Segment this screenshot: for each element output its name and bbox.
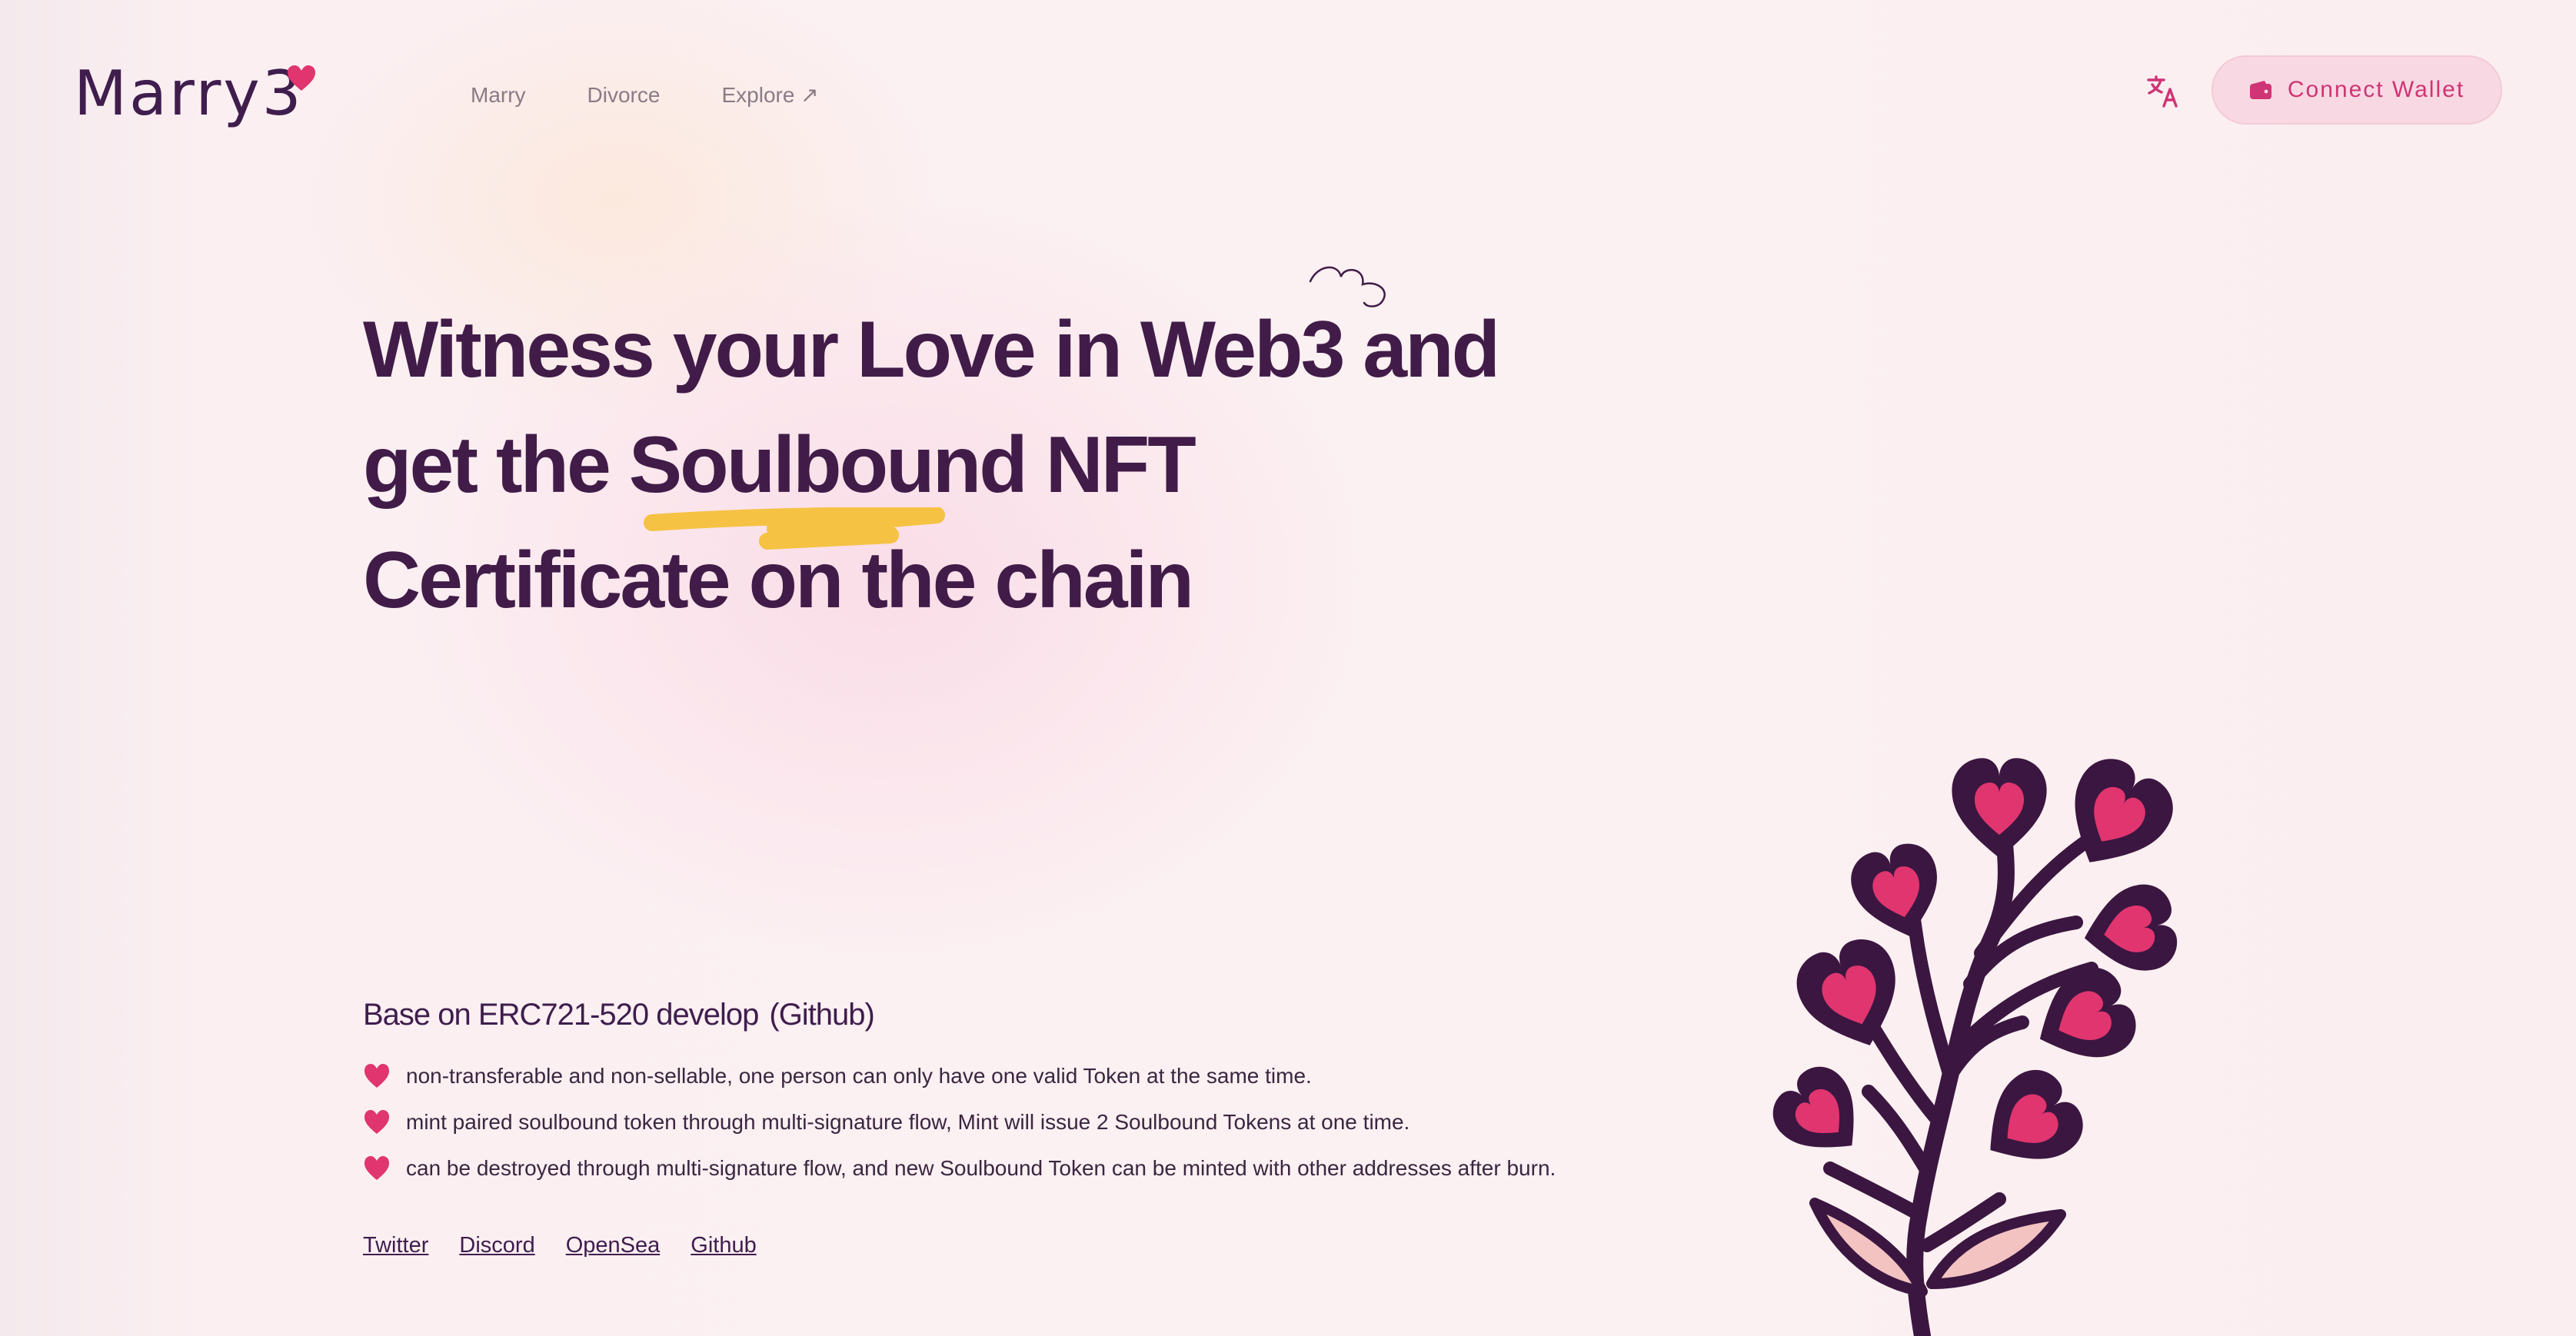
translate-icon[interactable] <box>2145 74 2181 109</box>
heart-bullet-icon <box>364 1110 389 1134</box>
hero-line-2-suffix: NFT <box>1025 420 1196 510</box>
logo-heart-icon <box>288 65 315 91</box>
connect-wallet-label: Connect Wallet <box>2287 77 2465 102</box>
feature-item: non-transferable and non-sellable, one p… <box>363 1053 1593 1099</box>
nav-marry[interactable]: Marry <box>471 80 526 111</box>
nav-divorce[interactable]: Divorce <box>587 80 661 111</box>
hero-line-1: Witness your Love in Web3 and <box>363 305 1500 394</box>
feature-item: mint paired soulbound token through mult… <box>363 1099 1593 1145</box>
logo-text[interactable]: Marry3 <box>74 55 304 132</box>
feature-text: can be destroyed through multi-signature… <box>406 1156 1556 1180</box>
soulbound-highlight: Soulbound <box>629 407 1028 550</box>
features-title: Base on ERC721-520 develop (Github) <box>363 998 875 1032</box>
features-section: Base on ERC721-520 develop (Github) non-t… <box>363 992 1593 1191</box>
github-link-inline[interactable]: (Github) <box>769 998 874 1032</box>
feature-text: non-transferable and non-sellable, one p… <box>406 1064 1312 1088</box>
hero-headline: Witness your Love in Web3 and get the So… <box>363 292 1500 638</box>
discord-link[interactable]: Discord <box>459 1230 534 1261</box>
twitter-link[interactable]: Twitter <box>363 1230 428 1261</box>
heart-bullet-icon <box>364 1156 389 1180</box>
squiggle-doodle <box>1309 266 1386 307</box>
nav-explore[interactable]: Explore ↗ <box>721 80 818 111</box>
main-nav: Marry Divorce Explore ↗ <box>471 80 819 111</box>
plant-leaves <box>1809 1198 2066 1297</box>
feature-item: can be destroyed through multi-signature… <box>363 1145 1593 1191</box>
wallet-icon <box>2249 81 2271 99</box>
connect-wallet-button[interactable]: Connect Wallet <box>2212 55 2502 125</box>
top-header: Marry3 Marry Divorce Explore ↗ Connect W… <box>0 0 2576 184</box>
heart-bullet-icon <box>364 1064 389 1088</box>
heart-plant-illustration <box>1769 753 2185 1336</box>
hero-line-2-prefix: get the <box>363 420 629 510</box>
hero-line-2: get the Soulbound NFT <box>363 407 1439 550</box>
opensea-link[interactable]: OpenSea <box>566 1230 661 1261</box>
social-links: Twitter Discord OpenSea Github <box>363 1230 757 1261</box>
highlight-swoosh <box>643 507 945 550</box>
feature-text: mint paired soulbound token through mult… <box>406 1110 1410 1134</box>
github-link[interactable]: Github <box>691 1230 756 1261</box>
